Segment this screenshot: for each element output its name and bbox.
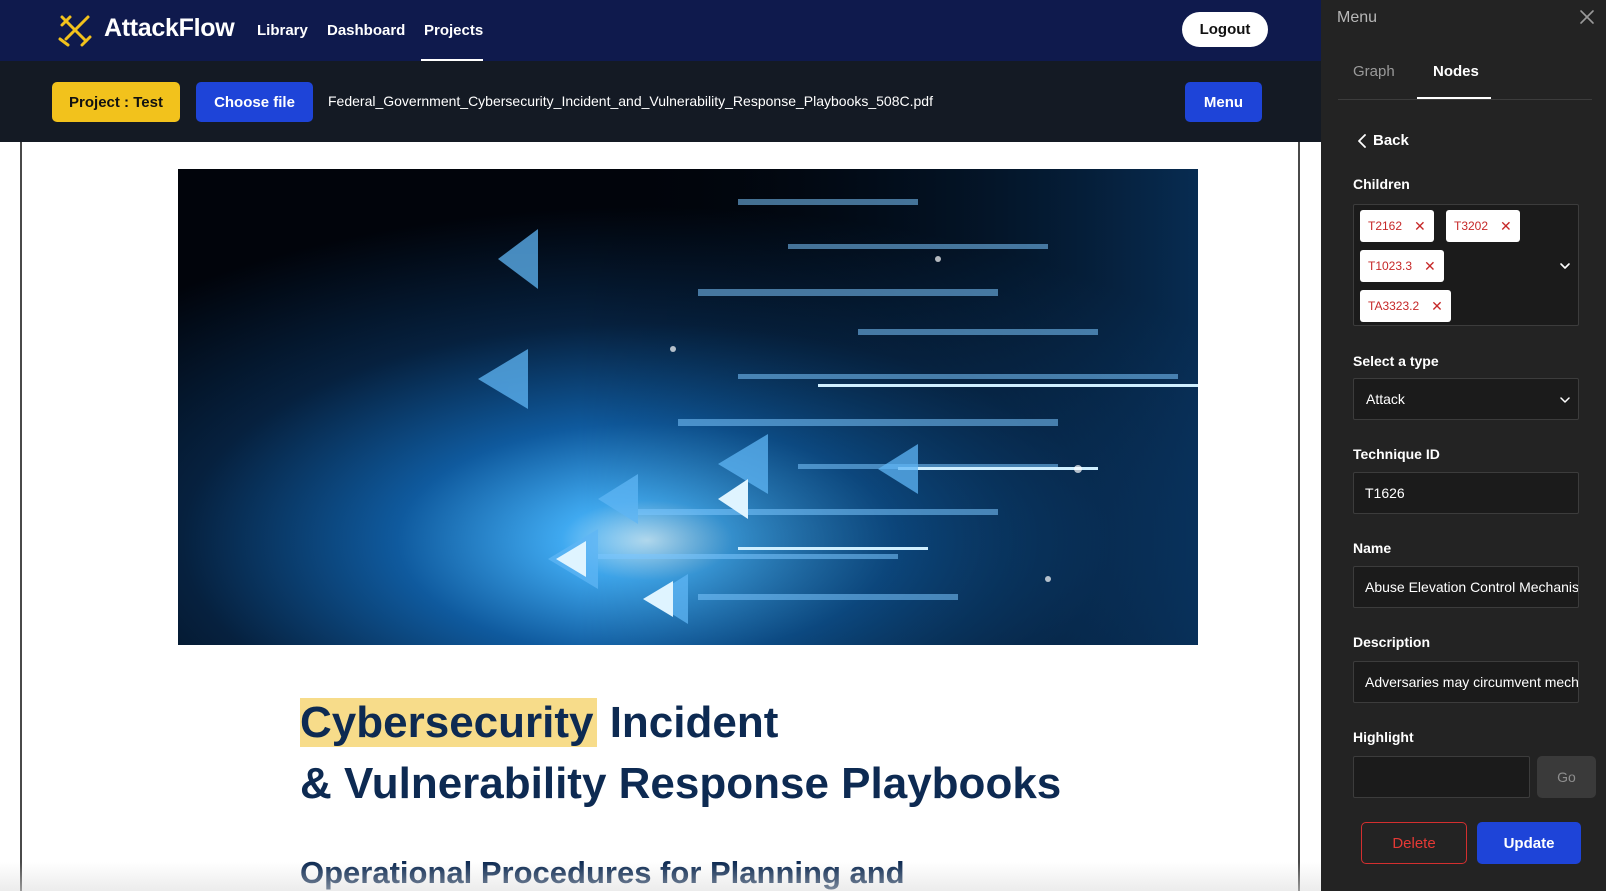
chip-label: T3202 (1454, 219, 1489, 233)
remove-chip-icon[interactable]: ✕ (1414, 219, 1426, 233)
app-root: AttackFlow Library Dashboard Projects Lo… (0, 0, 1606, 891)
title-line-1: Incident (597, 698, 779, 747)
nav-library[interactable]: Library (257, 22, 308, 39)
delete-button[interactable]: Delete (1361, 822, 1467, 864)
tab-nodes[interactable]: Nodes (1433, 63, 1479, 80)
description-label: Description (1353, 634, 1431, 650)
back-button[interactable]: Back (1357, 132, 1409, 149)
logout-button[interactable]: Logout (1182, 12, 1268, 47)
chevron-left-icon (1358, 133, 1366, 148)
child-chip[interactable]: T2162 ✕ (1360, 210, 1434, 242)
title-line-2: & Vulnerability Response Playbooks (300, 759, 1062, 808)
side-menu-panel: Menu Graph Nodes Back Children T2162 ✕ T… (1321, 0, 1606, 891)
name-input[interactable]: Abuse Elevation Control Mechanism (1353, 566, 1579, 608)
chip-label: T2162 (1368, 219, 1403, 233)
tab-graph[interactable]: Graph (1353, 63, 1395, 80)
top-nav: AttackFlow Library Dashboard Projects Lo… (0, 0, 1321, 61)
chevron-down-icon[interactable] (1559, 260, 1571, 272)
nav-dashboard[interactable]: Dashboard (327, 22, 405, 39)
project-button[interactable]: Project : Test (52, 82, 180, 122)
cover-image (178, 169, 1198, 645)
child-chip[interactable]: T3202 ✕ (1446, 210, 1520, 242)
type-select-value: Attack (1366, 391, 1405, 407)
highlight-label: Highlight (1353, 729, 1414, 745)
highlighted-text: Cybersecurity (300, 698, 598, 747)
technique-id-label: Technique ID (1353, 446, 1440, 462)
type-select[interactable]: Attack (1353, 378, 1579, 420)
crossed-swords-logo-icon (58, 15, 92, 47)
page-bottom-shadow (0, 862, 1321, 891)
menu-button[interactable]: Menu (1185, 82, 1262, 122)
nav-projects[interactable]: Projects (424, 22, 483, 39)
children-label: Children (1353, 176, 1410, 192)
page-border-right (1298, 142, 1300, 891)
toolbar: Project : Test Choose file Federal_Gover… (0, 61, 1321, 142)
close-icon[interactable] (1576, 6, 1598, 28)
panel-title: Menu (1337, 9, 1378, 26)
pdf-viewer[interactable]: Cybersecurity Incident & Vulnerability R… (0, 142, 1321, 891)
file-name: Federal_Government_Cybersecurity_Inciden… (328, 93, 933, 109)
highlight-input[interactable] (1353, 756, 1530, 798)
remove-chip-icon[interactable]: ✕ (1500, 219, 1512, 233)
brand-name[interactable]: AttackFlow (104, 14, 235, 43)
chevron-down-icon (1560, 397, 1570, 403)
back-label: Back (1373, 132, 1409, 149)
remove-chip-icon[interactable]: ✕ (1424, 259, 1436, 273)
page-border-left (20, 142, 22, 891)
active-tab-indicator (1417, 97, 1491, 99)
child-chip[interactable]: T1023.3 ✕ (1360, 250, 1444, 282)
child-chip[interactable]: TA3323.2 ✕ (1360, 290, 1451, 322)
type-label: Select a type (1353, 353, 1439, 369)
chip-label: T1023.3 (1368, 259, 1413, 273)
description-input[interactable]: Adversaries may circumvent mechanisms (1353, 661, 1579, 703)
technique-id-input[interactable]: T1626 (1353, 472, 1579, 514)
chip-label: TA3323.2 (1368, 299, 1420, 313)
name-label: Name (1353, 540, 1392, 556)
remove-chip-icon[interactable]: ✕ (1431, 299, 1443, 313)
go-button[interactable]: Go (1537, 756, 1596, 798)
document-title[interactable]: Cybersecurity Incident & Vulnerability R… (300, 692, 1061, 814)
children-multiselect[interactable]: T2162 ✕ T3202 ✕ T1023.3 ✕ TA3323.2 ✕ (1353, 204, 1579, 326)
choose-file-button[interactable]: Choose file (196, 82, 313, 122)
update-button[interactable]: Update (1477, 822, 1581, 864)
tabs-divider (1338, 99, 1592, 100)
